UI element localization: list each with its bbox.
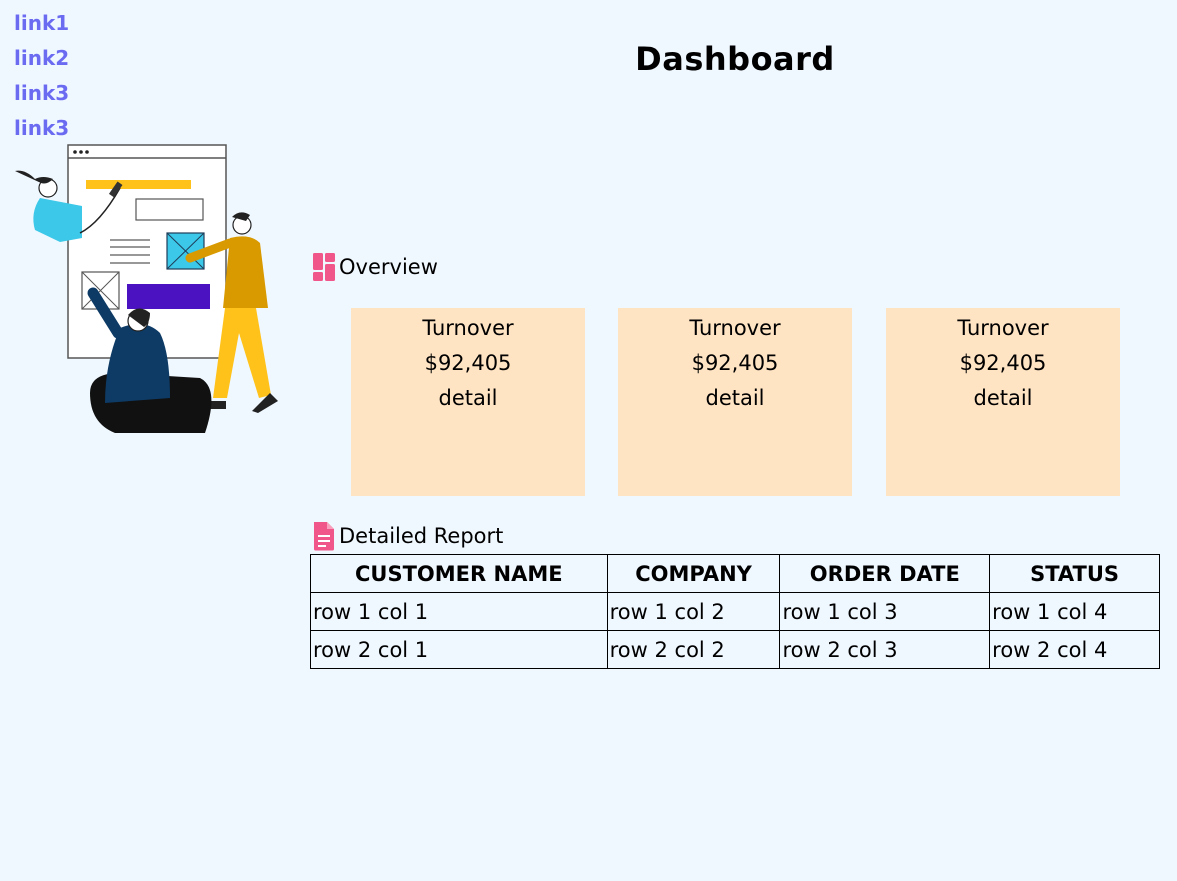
nav-link-3[interactable]: link3 (14, 80, 69, 115)
column-header-status: STATUS (989, 554, 1160, 593)
card-value: $92,405 (691, 351, 779, 375)
table-cell: row 2 col 4 (989, 630, 1160, 669)
card-value: $92,405 (959, 351, 1047, 375)
card-detail-link[interactable]: detail (618, 384, 852, 419)
nav-link-1[interactable]: link1 (14, 10, 69, 45)
card-detail-link[interactable]: detail (886, 384, 1120, 419)
column-header-order-date: ORDER DATE (779, 554, 991, 593)
report-table: CUSTOMER NAME COMPANY ORDER DATE STATUS … (310, 554, 1160, 669)
table-row: row 2 col 1 row 2 col 2 row 2 col 3 row … (310, 630, 1160, 669)
table-cell: row 1 col 4 (989, 592, 1160, 631)
card-title: Turnover (689, 316, 781, 340)
team-illustration (15, 144, 278, 433)
report-label: Detailed Report (339, 524, 504, 548)
column-header-company: COMPANY (606, 554, 781, 593)
report-heading: Detailed Report (312, 521, 503, 551)
turnover-card: Turnover $92,405 detail (886, 308, 1120, 496)
overview-heading: Overview (312, 252, 438, 282)
document-icon (312, 521, 336, 551)
table-cell: row 2 col 2 (606, 630, 781, 669)
table-header-row: CUSTOMER NAME COMPANY ORDER DATE STATUS (310, 554, 1160, 593)
table-cell: row 1 col 2 (606, 592, 781, 631)
column-header-customer-name: CUSTOMER NAME (310, 554, 608, 593)
card-detail-link[interactable]: detail (351, 384, 585, 419)
table-cell: row 1 col 3 (779, 592, 991, 631)
table-cell: row 2 col 1 (310, 630, 608, 669)
dashboard-icon (312, 252, 336, 282)
turnover-card: Turnover $92,405 detail (351, 308, 585, 496)
table-row: row 1 col 1 row 1 col 2 row 1 col 3 row … (310, 592, 1160, 631)
card-value: $92,405 (424, 351, 512, 375)
overview-label: Overview (339, 255, 438, 279)
nav-link-2[interactable]: link2 (14, 45, 69, 80)
turnover-card: Turnover $92,405 detail (618, 308, 852, 496)
sidebar-nav: link1 link2 link3 link3 (14, 10, 69, 150)
page-title: Dashboard (635, 40, 835, 78)
card-title: Turnover (422, 316, 514, 340)
table-cell: row 2 col 3 (779, 630, 991, 669)
card-title: Turnover (957, 316, 1049, 340)
table-cell: row 1 col 1 (310, 592, 608, 631)
